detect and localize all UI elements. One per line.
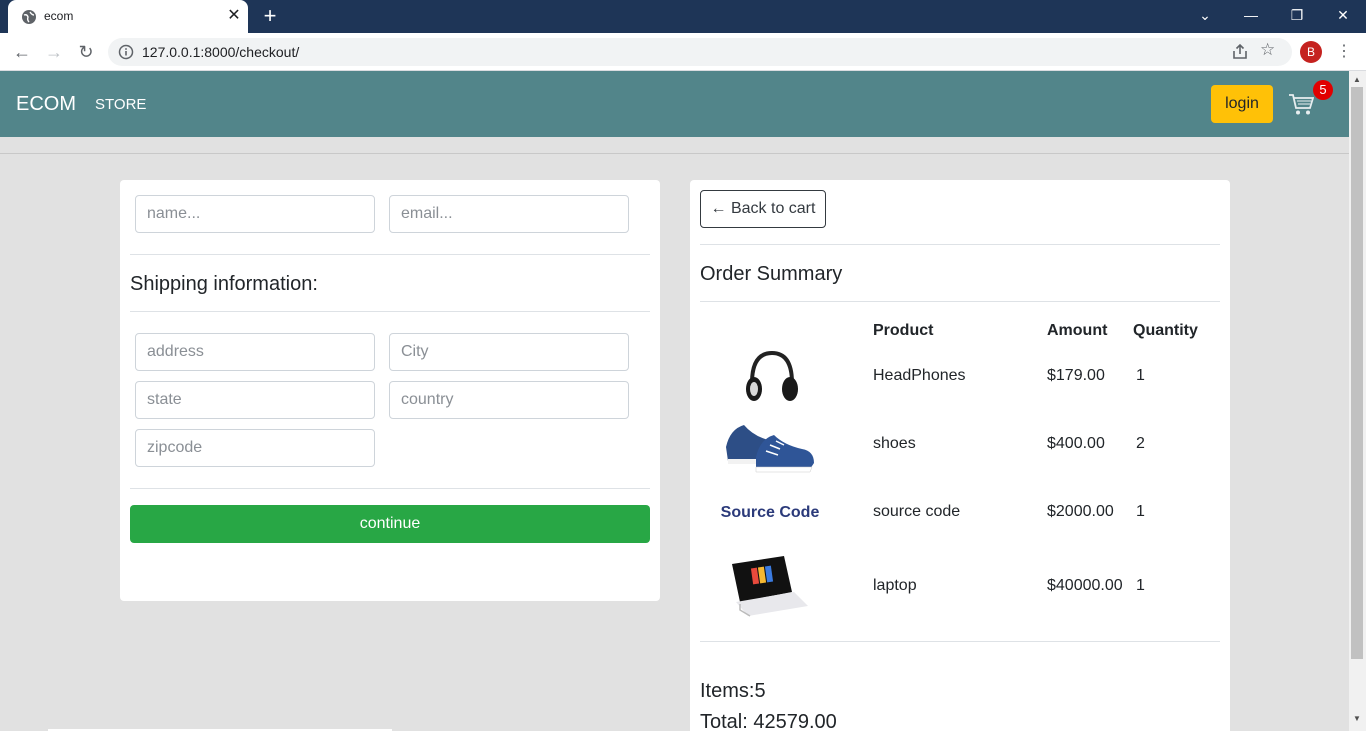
divider bbox=[700, 301, 1220, 302]
tab-title: ecom bbox=[44, 9, 74, 23]
share-icon[interactable] bbox=[1230, 42, 1250, 62]
brand-logo[interactable]: ECOM bbox=[16, 93, 76, 116]
source-code-image-text: Source Code bbox=[721, 504, 820, 521]
divider bbox=[130, 254, 650, 255]
profile-avatar[interactable]: B bbox=[1300, 41, 1322, 63]
reload-icon[interactable]: ↻ bbox=[74, 40, 98, 64]
zipcode-input[interactable] bbox=[135, 429, 375, 467]
column-header-quantity: Quantity bbox=[1133, 322, 1198, 339]
product-amount: $40000.00 bbox=[1047, 577, 1123, 594]
address-input[interactable] bbox=[135, 333, 375, 371]
address-bar[interactable]: 127.0.0.1:8000/checkout/ ☆ bbox=[108, 38, 1292, 66]
minimize-icon[interactable]: — bbox=[1228, 0, 1274, 30]
cart-icon[interactable] bbox=[1288, 92, 1314, 116]
continue-button[interactable]: continue bbox=[130, 505, 650, 543]
checkout-form-card: Shipping information: continue bbox=[120, 180, 660, 601]
product-name: shoes bbox=[873, 435, 916, 452]
headphones-image bbox=[746, 350, 798, 401]
laptop-image bbox=[732, 556, 808, 617]
browser-toolbar: ← → ↻ 127.0.0.1:8000/checkout/ ☆ B ⋮ bbox=[0, 33, 1366, 71]
divider bbox=[700, 641, 1220, 642]
cart-count-badge: 5 bbox=[1313, 80, 1333, 100]
kebab-menu-icon[interactable]: ⋮ bbox=[1336, 41, 1352, 63]
close-icon[interactable]: ✕ bbox=[224, 6, 244, 26]
column-header-product: Product bbox=[873, 322, 934, 339]
product-quantity: 1 bbox=[1136, 503, 1145, 520]
divider bbox=[700, 244, 1220, 245]
shipping-info-heading: Shipping information: bbox=[130, 273, 318, 295]
login-button[interactable]: login bbox=[1211, 85, 1273, 123]
scroll-thumb[interactable] bbox=[1351, 87, 1363, 659]
source-code-image: Source Code bbox=[720, 490, 820, 534]
product-amount: $2000.00 bbox=[1047, 503, 1114, 520]
product-name: laptop bbox=[873, 577, 917, 594]
chevron-down-icon[interactable]: ⌄ bbox=[1182, 0, 1228, 30]
window-close-icon[interactable]: ✕ bbox=[1320, 0, 1366, 30]
product-name: source code bbox=[873, 503, 961, 520]
browser-tab[interactable]: ecom ✕ bbox=[8, 0, 248, 33]
product-quantity: 1 bbox=[1136, 367, 1145, 384]
site-navbar: ECOM STORE login 5 bbox=[0, 71, 1349, 137]
scroll-down-arrow-icon[interactable]: ▼ bbox=[1353, 714, 1361, 723]
column-header-amount: Amount bbox=[1047, 322, 1108, 339]
product-amount: $179.00 bbox=[1047, 367, 1105, 384]
store-link[interactable]: STORE bbox=[95, 96, 146, 113]
product-name: HeadPhones bbox=[873, 367, 966, 384]
product-quantity: 1 bbox=[1136, 577, 1145, 594]
forward-arrow-icon[interactable]: → bbox=[42, 40, 66, 64]
page-scrollbar[interactable]: ▲ ▼ bbox=[1349, 71, 1366, 731]
product-amount: $400.00 bbox=[1047, 435, 1105, 452]
globe-icon bbox=[22, 10, 36, 24]
items-count: Items:5 bbox=[700, 680, 766, 702]
restore-icon[interactable]: ❐ bbox=[1274, 0, 1320, 30]
name-input[interactable] bbox=[135, 195, 375, 233]
city-input[interactable] bbox=[389, 333, 629, 371]
url-text: 127.0.0.1:8000/checkout/ bbox=[142, 44, 300, 60]
state-input[interactable] bbox=[135, 381, 375, 419]
shoes-image bbox=[726, 425, 814, 473]
divider bbox=[0, 153, 1349, 154]
order-total: Total: 42579.00 bbox=[700, 711, 837, 731]
country-input[interactable] bbox=[389, 381, 629, 419]
divider bbox=[130, 488, 650, 489]
star-icon[interactable]: ☆ bbox=[1260, 40, 1275, 60]
divider bbox=[130, 311, 650, 312]
browser-tabstrip: ecom ✕ + ⌄ — ❐ ✕ bbox=[0, 0, 1366, 33]
back-arrow-icon[interactable]: ← bbox=[10, 40, 34, 64]
back-to-cart-button[interactable]: ← Back to cart bbox=[700, 190, 826, 228]
scroll-up-arrow-icon[interactable]: ▲ bbox=[1353, 75, 1361, 84]
order-summary-card: ← Back to cart Order Summary Product Amo… bbox=[690, 180, 1230, 731]
email-input[interactable] bbox=[389, 195, 629, 233]
plus-icon[interactable]: + bbox=[258, 4, 282, 28]
product-quantity: 2 bbox=[1136, 435, 1145, 452]
order-summary-heading: Order Summary bbox=[700, 263, 843, 285]
info-icon[interactable] bbox=[118, 44, 134, 60]
